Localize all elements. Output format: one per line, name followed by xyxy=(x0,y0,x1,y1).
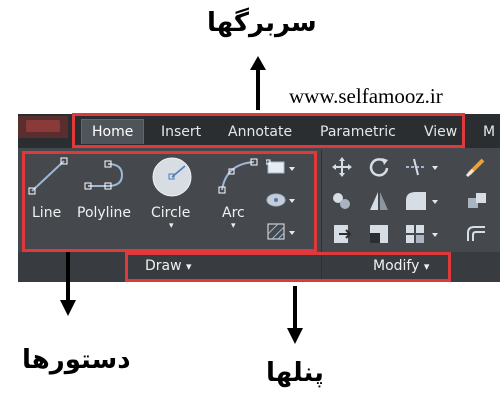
explode-tool-icon[interactable] xyxy=(465,190,489,216)
tabs-annotation-label: سربرگها xyxy=(207,8,317,38)
commands-highlight-box xyxy=(22,151,317,252)
move-tool-icon[interactable] xyxy=(331,156,353,182)
panels-highlight-box xyxy=(125,252,451,282)
commands-annotation-label: دستورها xyxy=(22,345,131,375)
tabs-highlight-box xyxy=(72,113,465,148)
panels-annotation-label: پنلها xyxy=(266,358,324,388)
down-arrow-commands-icon xyxy=(60,252,76,316)
tab-more[interactable]: M xyxy=(483,124,495,140)
offset-tool-icon[interactable] xyxy=(465,223,489,249)
stretch-tool-icon[interactable] xyxy=(331,223,353,249)
trim-tool-icon[interactable] xyxy=(404,156,440,182)
scale-tool-icon[interactable] xyxy=(368,223,390,249)
erase-tool-icon[interactable] xyxy=(465,156,489,182)
down-arrow-panels-icon xyxy=(287,286,303,344)
mirror-tool-icon[interactable] xyxy=(368,190,390,216)
up-arrow-icon xyxy=(250,56,266,110)
website-url: www.selfamooz.ir xyxy=(289,84,443,108)
copy-tool-icon[interactable] xyxy=(331,190,353,216)
fillet-tool-icon[interactable] xyxy=(404,190,440,216)
app-menu-button[interactable] xyxy=(18,116,68,138)
rotate-tool-icon[interactable] xyxy=(368,156,390,182)
array-tool-icon[interactable] xyxy=(404,223,440,249)
